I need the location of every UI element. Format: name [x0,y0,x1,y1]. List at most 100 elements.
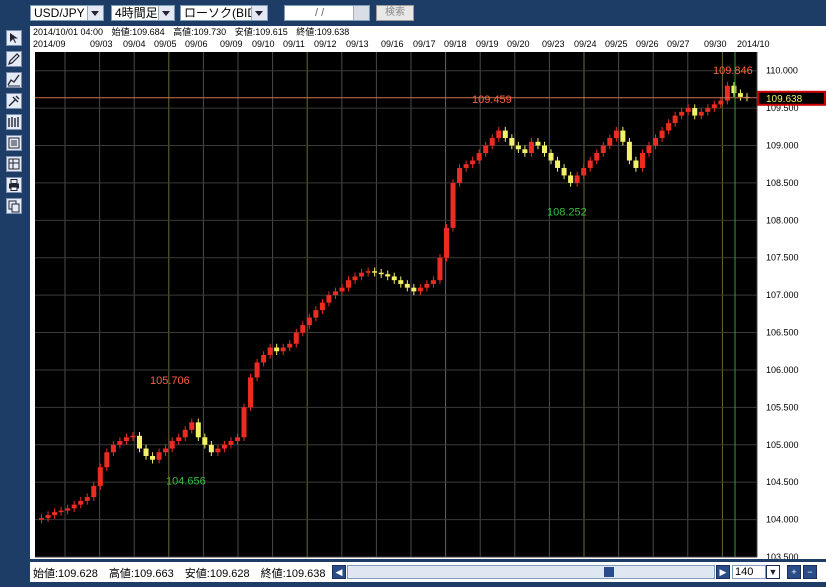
candle-body [502,130,508,139]
candle-body [117,441,123,445]
date-label: 09/09 [220,39,243,49]
cursor-icon[interactable] [6,30,22,46]
y-tick-label: 108.500 [766,178,799,188]
candle-body [65,508,71,511]
timeframe-value: 4時間足 [115,6,158,20]
chevron-down-icon[interactable] [158,6,174,20]
candle-body [84,497,90,501]
candle-body [58,510,64,513]
candle-body [476,153,482,161]
candle-body [568,175,574,183]
bottom-close: 終値:109.638 [260,568,326,580]
candle-body [150,456,156,460]
plot-area [35,52,757,557]
candle-body [731,85,737,94]
date-label: 09/23 [542,39,565,49]
y-tick-label: 104.000 [766,515,799,525]
date-label: 09/17 [413,39,436,49]
chart-type-dropdown[interactable]: ローソク(BID) [180,5,268,21]
candle-body [555,160,561,168]
candlestick-chart[interactable]: 110.000109.500109.000108.500108.000107.5… [30,50,826,559]
zoom-out-icon[interactable]: − [803,565,817,579]
candle-body [130,435,136,438]
candle-body [535,141,541,146]
candle-body [163,448,169,453]
copy-icon[interactable] [6,198,22,214]
candle-body [182,429,188,438]
candle-body [411,287,417,292]
date-input[interactable]: / / [284,5,370,21]
candle-body [215,448,221,453]
candle-body [600,145,606,153]
horizontal-scrollbar[interactable] [347,565,715,579]
chart-panel: 2014/10/01 04:00 始値:109.684 高値:109.730 安… [30,26,826,559]
candle-body [346,280,352,288]
tool-icon[interactable] [6,93,22,109]
symbol-dropdown[interactable]: USD/JPY [30,5,104,21]
date-label: 09/04 [123,39,146,49]
table-icon[interactable] [6,156,22,172]
candle-body [443,227,450,258]
candle-body [97,467,103,486]
date-label: 09/26 [636,39,659,49]
candle-body [548,153,554,161]
zoom-dropdown-icon[interactable]: ▼ [766,565,780,579]
candle-body [156,452,162,460]
candle-body [737,93,743,97]
candle-body [541,145,548,153]
candle-body [607,138,613,146]
info-low: 安値:109.615 [234,27,288,37]
candle-body [293,332,299,344]
candle-body [633,160,639,168]
candle-body [509,138,515,146]
print-icon[interactable] [6,177,22,193]
candle-body [378,272,384,275]
bottom-high: 高値:109.663 [108,568,174,580]
chevron-down-icon[interactable] [251,6,267,20]
date-label: 09/25 [605,39,628,49]
candle-body [417,287,423,292]
candle-body [104,452,110,468]
candle-body [404,283,410,288]
search-button[interactable]: 検索 [376,5,414,21]
candle-body [313,310,319,318]
candle-body [639,153,645,168]
candle-body [319,302,325,311]
month-label-start: 2014/09 [33,39,66,49]
candle-body [685,108,691,112]
info-high: 高値:109.730 [173,27,227,37]
sheet-icon[interactable] [6,135,22,151]
chevron-down-icon[interactable] [87,6,103,20]
candle-body [352,276,358,281]
candle-body [228,441,234,445]
candle-body [587,160,593,168]
candle-body [437,257,443,281]
candle-body [267,347,273,355]
zoom-in-icon[interactable]: + [787,565,801,579]
bottom-ohlc: 始値:109.628 高値:109.663 安値:109.628 終値:109.… [33,565,326,581]
candle-body [202,437,208,445]
line-chart-icon[interactable] [6,72,22,88]
scroll-left-icon[interactable]: ◀ [332,565,346,579]
symbol-value: USD/JPY [34,6,85,20]
date-label: 09/03 [90,39,113,49]
scroll-right-icon[interactable]: ▶ [716,565,730,579]
pencil-icon[interactable] [6,51,22,67]
date-label: 09/13 [346,39,369,49]
candle-body [326,295,332,303]
candle-body [306,317,312,326]
info-close: 終値:109.638 [296,27,350,37]
candle-body [195,422,201,438]
zoom-select[interactable]: 140 [732,565,766,579]
bars-icon[interactable] [6,114,22,130]
candle-body [176,437,182,442]
y-tick-label: 107.000 [766,290,799,300]
candle-body [679,111,685,116]
candle-body [496,130,502,139]
timeframe-dropdown[interactable]: 4時間足 [111,5,175,21]
candle-body [71,504,77,509]
scroll-thumb[interactable] [604,567,614,577]
candle-body [470,160,476,165]
filter-icon[interactable] [353,6,369,20]
candle-body [208,444,214,453]
